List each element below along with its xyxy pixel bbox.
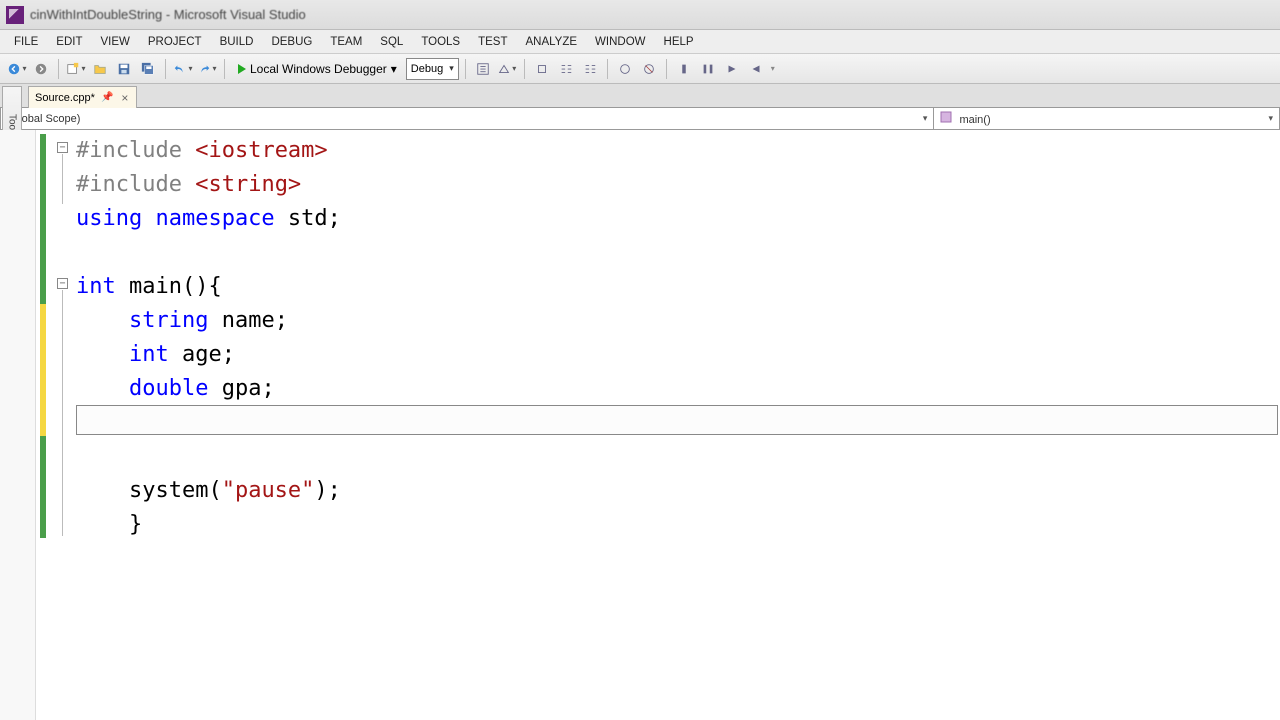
method-icon [940, 111, 952, 123]
chevron-down-icon: ▾ [923, 113, 928, 124]
code-line[interactable]: int main(){ [76, 270, 1280, 304]
menu-team[interactable]: TEAM [322, 34, 370, 50]
code-editor[interactable]: − − #include <iostream>#include <string>… [0, 130, 1280, 720]
fold-toggle[interactable]: − [57, 142, 68, 153]
toolbar-button[interactable] [638, 58, 660, 80]
toolbar: ▾ ▾ ▾ ▾ Local Windows Debugger ▾ Debug ▾… [0, 54, 1280, 84]
code-line[interactable]: using namespace std; [76, 202, 1280, 236]
menu-analyze[interactable]: ANALYZE [517, 34, 585, 50]
redo-button[interactable]: ▾ [196, 58, 218, 80]
fold-line [62, 154, 63, 204]
code-line[interactable] [76, 406, 1280, 440]
new-project-button[interactable]: ▾ [65, 58, 87, 80]
menu-build[interactable]: BUILD [212, 34, 262, 50]
pin-icon[interactable]: 📌 [101, 92, 113, 103]
code-line[interactable] [76, 440, 1280, 474]
visual-studio-logo-icon [6, 6, 24, 24]
menu-tools[interactable]: TOOLS [413, 34, 468, 50]
toolbar-separator [465, 59, 466, 79]
configuration-value: Debug [411, 63, 443, 75]
toolbar-separator [607, 59, 608, 79]
document-tab[interactable]: Source.cpp* 📌 × [28, 86, 137, 108]
code-line[interactable]: #include <iostream> [76, 134, 1280, 168]
code-content[interactable]: #include <iostream>#include <string>usin… [76, 134, 1280, 542]
editor-gutter [0, 130, 36, 720]
document-tab-title: Source.cpp* [35, 92, 95, 104]
configuration-combo[interactable]: Debug ▾ [406, 58, 459, 80]
toolbar-button[interactable] [472, 58, 494, 80]
menu-bar: FILE EDIT VIEW PROJECT BUILD DEBUG TEAM … [0, 30, 1280, 54]
chevron-down-icon: ▾ [449, 63, 454, 74]
uncomment-button[interactable] [579, 58, 601, 80]
toolbar-button[interactable] [697, 58, 719, 80]
menu-debug[interactable]: DEBUG [263, 34, 320, 50]
code-navigation-bar: (Global Scope) ▾ main() ▾ [0, 108, 1280, 130]
save-button[interactable] [113, 58, 135, 80]
code-line[interactable]: string name; [76, 304, 1280, 338]
window-title: cinWithIntDoubleString - Microsoft Visua… [30, 7, 306, 22]
menu-help[interactable]: HELP [656, 34, 702, 50]
nav-back-button[interactable]: ▾ [6, 58, 28, 80]
change-saved-marker [40, 436, 46, 538]
member-value: main() [959, 114, 990, 126]
member-combo[interactable]: main() ▾ [934, 108, 1280, 130]
menu-edit[interactable]: EDIT [48, 34, 90, 50]
toolbar-separator [666, 59, 667, 79]
menu-window[interactable]: WINDOW [587, 34, 653, 50]
toolbar-button[interactable] [673, 58, 695, 80]
code-line[interactable]: double gpa; [76, 372, 1280, 406]
title-bar: cinWithIntDoubleString - Microsoft Visua… [0, 0, 1280, 30]
code-line[interactable]: system("pause"); [76, 474, 1280, 508]
menu-test[interactable]: TEST [470, 34, 515, 50]
undo-button[interactable]: ▾ [172, 58, 194, 80]
chevron-down-icon: ▾ [1268, 113, 1273, 124]
change-unsaved-marker [40, 304, 46, 436]
change-saved-marker [40, 270, 46, 304]
fold-toggle[interactable]: − [57, 278, 68, 289]
toolbar-button[interactable] [531, 58, 553, 80]
nav-forward-button[interactable] [30, 58, 52, 80]
comment-button[interactable] [555, 58, 577, 80]
open-file-button[interactable] [89, 58, 111, 80]
play-icon [238, 64, 246, 74]
code-line[interactable]: #include <string> [76, 168, 1280, 202]
toolbar-button[interactable] [745, 58, 767, 80]
menu-sql[interactable]: SQL [372, 34, 411, 50]
code-line[interactable]: } [76, 508, 1280, 542]
chevron-down-icon: ▾ [391, 62, 397, 76]
code-line[interactable] [76, 236, 1280, 270]
close-tab-button[interactable]: × [119, 91, 130, 105]
menu-view[interactable]: VIEW [93, 34, 138, 50]
toolbar-overflow-icon[interactable]: ▾ [771, 64, 775, 73]
save-all-button[interactable] [137, 58, 159, 80]
editor-area: − − #include <iostream>#include <string>… [0, 130, 1280, 720]
fold-line [62, 290, 63, 536]
toolbar-separator [524, 59, 525, 79]
toolbar-button[interactable] [614, 58, 636, 80]
document-tab-strip: Toolbox Source.cpp* 📌 × [0, 84, 1280, 108]
scope-combo[interactable]: (Global Scope) ▾ [0, 108, 934, 130]
toolbar-separator [58, 59, 59, 79]
toolbar-separator [224, 59, 225, 79]
toolbar-button[interactable] [721, 58, 743, 80]
debugger-label: Local Windows Debugger [250, 62, 387, 76]
toolbar-button[interactable]: ▾ [496, 58, 518, 80]
code-line[interactable]: int age; [76, 338, 1280, 372]
start-debugging-button[interactable]: Local Windows Debugger ▾ [231, 58, 404, 80]
menu-project[interactable]: PROJECT [140, 34, 210, 50]
change-saved-marker [40, 134, 46, 270]
toolbar-separator [165, 59, 166, 79]
menu-file[interactable]: FILE [6, 34, 46, 50]
